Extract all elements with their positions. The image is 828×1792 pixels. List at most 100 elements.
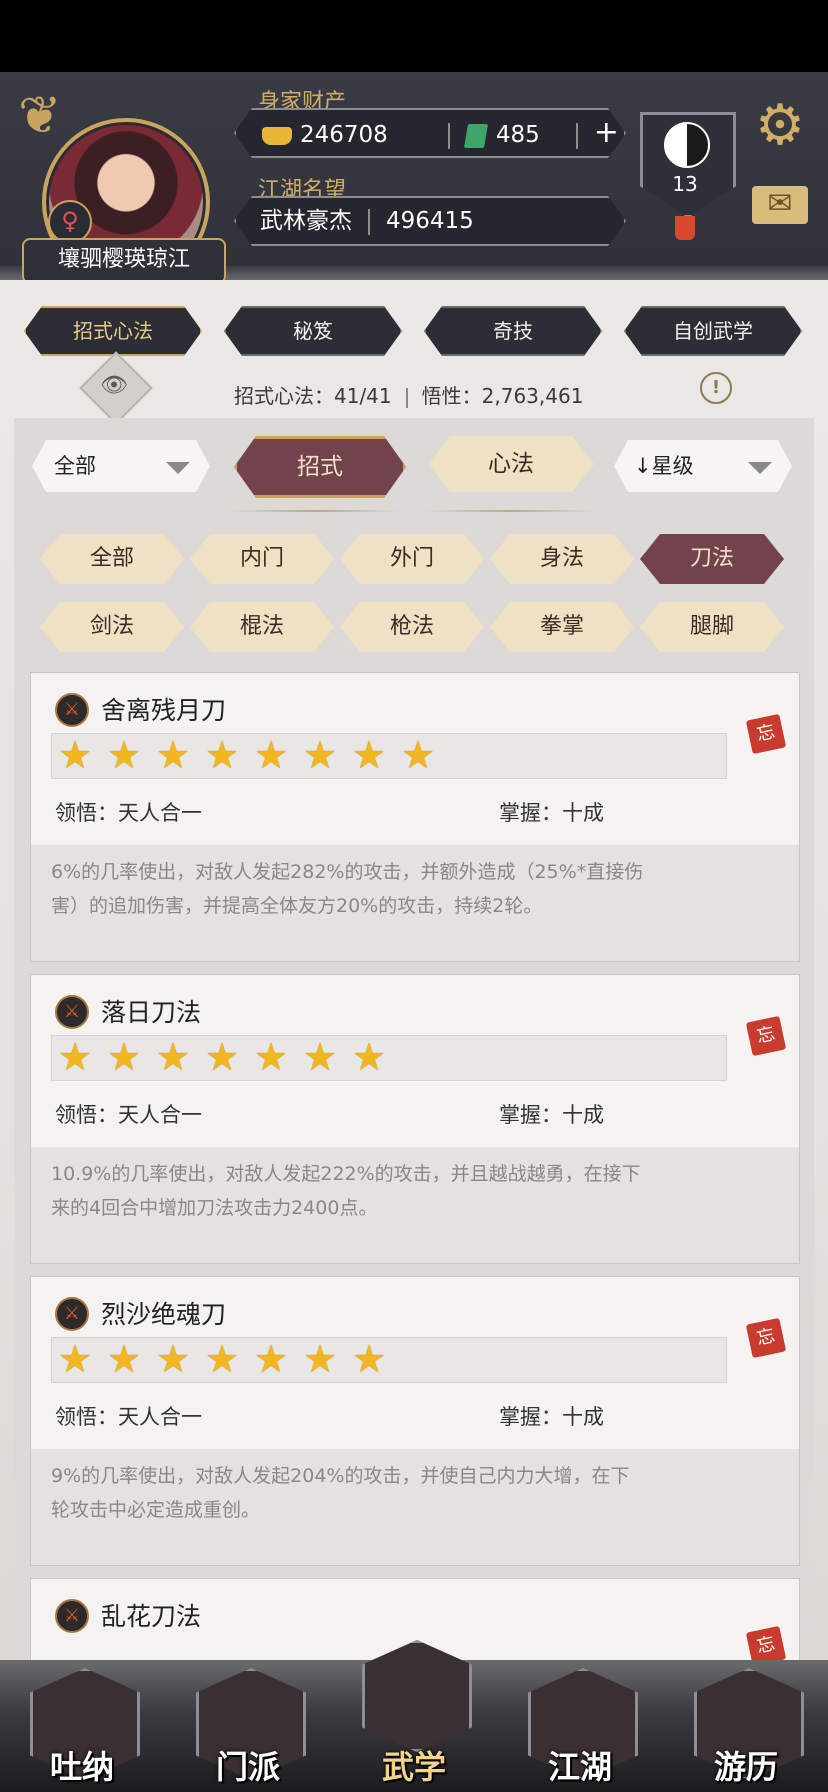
sort-dropdown[interactable]: ↓星级	[614, 440, 792, 492]
desc-line: 6%的几率使出，对敌人发起282%的攻击，并额外造成（25%*直接伤	[51, 861, 644, 883]
forget-tag[interactable]: 忘	[745, 1015, 787, 1057]
divider	[426, 510, 596, 512]
divider	[230, 510, 400, 512]
star-icon: ★	[205, 1337, 240, 1381]
category-legs-feet[interactable]: 腿脚	[640, 602, 784, 652]
nav-label-travel[interactable]: 游历	[676, 1742, 816, 1788]
reputation-bar: 武林豪杰 496415	[234, 196, 626, 246]
sort-dropdown-value: ↓星级	[634, 454, 694, 478]
star-icon: ★	[156, 1035, 191, 1079]
wealth-bar: 246708 485 +	[234, 108, 626, 158]
tab-moves-methods[interactable]: 招式心法	[24, 306, 202, 356]
star-icon: ★	[58, 1035, 93, 1079]
nav-label-sect[interactable]: 门派	[178, 1742, 318, 1788]
nav-label-breathing[interactable]: 吐纳	[12, 1742, 152, 1788]
eye-icon: 👁	[100, 373, 128, 398]
tab-secret-manuals[interactable]: 秘笈	[224, 306, 402, 356]
mastery: 掌握：十成	[499, 1405, 604, 1429]
chevron-down-icon	[748, 462, 772, 474]
filter-dropdown[interactable]: 全部	[32, 440, 210, 492]
saber-skill-icon: ⚔	[55, 995, 89, 1029]
skill-card[interactable]: ⚔ 舍离残月刀 ★ ★ ★ ★ ★ ★ ★ ★ 忘 领悟：天人合一 掌握：十成 6%的几率使出…	[30, 672, 800, 962]
category-saber[interactable]: 刀法	[640, 534, 784, 584]
desc-line: 来的4回合中增加刀法攻击力2400点。	[51, 1197, 378, 1219]
star-icon: ★	[352, 733, 387, 777]
nav-label-jianghu[interactable]: 江湖	[510, 1742, 650, 1788]
star-icon: ★	[352, 1337, 387, 1381]
desc-line: 10.9%的几率使出，对敌人发起222%的攻击，并且越战越勇，在接下	[51, 1163, 641, 1185]
jade-icon	[464, 124, 488, 148]
star-rating: ★ ★ ★ ★ ★ ★ ★	[51, 1337, 727, 1383]
star-icon: ★	[205, 1035, 240, 1079]
forget-tag[interactable]: 忘	[745, 1625, 787, 1661]
tab-special-skills[interactable]: 奇技	[424, 306, 602, 356]
mail-icon[interactable]: ✉	[752, 186, 808, 224]
star-icon: ★	[303, 1035, 338, 1079]
segment-methods[interactable]: 心法	[428, 436, 594, 492]
star-icon: ★	[205, 733, 240, 777]
skill-description: 10.9%的几率使出，对敌人发起222%的攻击，并且越战越勇，在接下 来的4回合…	[31, 1147, 799, 1263]
star-icon: ★	[352, 1035, 387, 1079]
sect-level: 13	[672, 172, 698, 196]
desc-line: 9%的几率使出，对敌人发起204%的攻击，并使自己内力大增，在下	[51, 1465, 630, 1487]
stats-line: 招式心法：41/41 悟性：2,763,461	[234, 380, 583, 409]
info-icon[interactable]: !	[700, 372, 732, 404]
gear-icon[interactable]: ⚙	[752, 98, 808, 154]
skill-card[interactable]: ⚔ 落日刀法 ★ ★ ★ ★ ★ ★ ★ 忘 领悟：天人合一 掌握：十成 10.9%的几率使…	[30, 974, 800, 1264]
mastery: 掌握：十成	[499, 801, 604, 825]
gold-amount: 246708	[300, 122, 388, 148]
category-inner[interactable]: 内门	[190, 534, 334, 584]
desc-line: 害）的追加伤害，并提高全体友方20%的攻击，持续2轮。	[51, 895, 543, 917]
comprehension: 领悟：天人合一	[55, 1405, 202, 1429]
reputation-value: 496415	[386, 208, 474, 234]
comprehension: 领悟：天人合一	[55, 1103, 202, 1127]
star-icon: ★	[58, 733, 93, 777]
star-icon: ★	[254, 733, 289, 777]
category-staff[interactable]: 棍法	[190, 602, 334, 652]
status-bar-area	[0, 0, 828, 72]
star-icon: ★	[303, 733, 338, 777]
star-rating: ★ ★ ★ ★ ★ ★ ★	[51, 1035, 727, 1081]
star-icon: ★	[107, 1035, 142, 1079]
skill-card[interactable]: ⚔ 烈沙绝魂刀 ★ ★ ★ ★ ★ ★ ★ 忘 领悟：天人合一 掌握：十成 9%的几率使出，…	[30, 1276, 800, 1566]
star-icon: ★	[254, 1337, 289, 1381]
skill-name: 乱花刀法	[101, 1602, 202, 1631]
forget-tag[interactable]: 忘	[745, 713, 787, 755]
category-fist-palm[interactable]: 拳掌	[490, 602, 634, 652]
skill-name: 落日刀法	[101, 998, 202, 1027]
nav-label-martial-arts[interactable]: 武学	[344, 1742, 484, 1788]
mastery: 掌握：十成	[499, 1103, 604, 1127]
category-spear[interactable]: 枪法	[340, 602, 484, 652]
star-rating: ★ ★ ★ ★ ★ ★ ★ ★	[51, 733, 727, 779]
category-sword[interactable]: 剑法	[40, 602, 184, 652]
reputation-title: 武林豪杰	[260, 208, 352, 234]
skill-name: 烈沙绝魂刀	[101, 1300, 227, 1329]
forget-tag[interactable]: 忘	[745, 1317, 787, 1359]
star-icon: ★	[156, 733, 191, 777]
tab-self-created-arts[interactable]: 自创武学	[624, 306, 802, 356]
insight-value: 悟性：2,763,461	[421, 384, 584, 408]
moves-count: 招式心法：41/41	[234, 384, 392, 408]
add-currency-button[interactable]: +	[594, 115, 619, 150]
player-name: 壤驷樱瑛琼江	[22, 238, 226, 284]
filter-dropdown-value: 全部	[54, 454, 96, 478]
segment-moves[interactable]: 招式	[234, 436, 406, 498]
star-icon: ★	[107, 1337, 142, 1381]
star-icon: ★	[107, 733, 142, 777]
comprehension: 领悟：天人合一	[55, 801, 202, 825]
saber-skill-icon: ⚔	[55, 1599, 89, 1633]
category-footwork[interactable]: 身法	[490, 534, 634, 584]
jade-amount: 485	[495, 122, 540, 148]
saber-skill-icon: ⚔	[55, 1297, 89, 1331]
skill-description: 6%的几率使出，对敌人发起282%的攻击，并额外造成（25%*直接伤 害）的追加…	[31, 845, 799, 961]
saber-skill-icon: ⚔	[55, 693, 89, 727]
star-icon: ★	[401, 733, 436, 777]
chevron-down-icon	[166, 462, 190, 474]
category-outer[interactable]: 外门	[340, 534, 484, 584]
star-icon: ★	[58, 1337, 93, 1381]
skill-description: 9%的几率使出，对敌人发起204%的攻击，并使自己内力大增，在下 轮攻击中必定造…	[31, 1449, 799, 1565]
tassel-ornament	[675, 216, 695, 240]
gold-ingot-icon	[262, 127, 292, 145]
category-all[interactable]: 全部	[40, 534, 184, 584]
desc-line: 轮攻击中必定造成重创。	[51, 1499, 261, 1521]
